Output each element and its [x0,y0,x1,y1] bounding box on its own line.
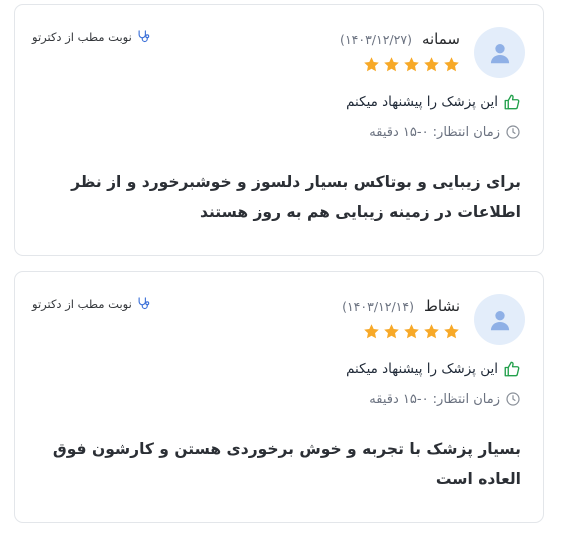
star-icon [364,57,379,72]
review-comment: بسیار پزشک با تجربه و خوش برخوردی هستن و… [52,440,521,488]
star-icon [364,324,379,339]
recommend-text: این پزشک را پیشنهاد میکنم [346,361,498,377]
appointment-label: نوبت مطب از دکترتو [32,29,132,44]
reviewer-name: سمانه [421,30,460,48]
star-rating [363,323,460,340]
star-icon [384,324,399,339]
stethoscope-icon [138,297,150,310]
review-date: (۱۴۰۳/۱۲/۱۴) [342,299,414,314]
star-icon [424,324,439,339]
star-icon [404,57,419,72]
recommend-text: این پزشک را پیشنهاد میکنم [346,94,498,110]
appointment-source: نوبت مطب از دکترتو [32,296,151,311]
recommendation: این پزشک را پیشنهاد میکنم [346,93,521,111]
wait-time-text: زمان انتظار: ۰-۱۵ دقیقه [369,124,500,140]
appointment-source: نوبت مطب از دکترتو [32,29,151,44]
appointment-label: نوبت مطب از دکترتو [32,296,132,311]
star-icon [384,57,399,72]
star-icon [424,57,439,72]
review-comment: برای زیبایی و بوتاکس بسیار دلسوز و خوشبر… [71,173,521,221]
wait-time: زمان انتظار: ۰-۱۵ دقیقه [369,391,521,407]
clock-icon [506,392,520,406]
thumbs-up-icon [504,94,520,110]
clock-icon [506,125,520,139]
wait-time-text: زمان انتظار: ۰-۱۵ دقیقه [369,391,500,407]
review-card: نشاط (۱۴۰۳/۱۲/۱۴) نوبت مطب از دکترتو این… [14,271,544,523]
user-avatar-icon [490,43,509,63]
avatar [474,27,525,78]
reviewer-name: نشاط [424,297,460,315]
recommendation: این پزشک را پیشنهاد میکنم [346,360,521,378]
avatar [474,294,525,345]
star-icon [444,57,459,72]
reviews-list: سمانه (۱۴۰۳/۱۲/۲۷) نوبت مطب از دکترتو ای… [0,0,562,533]
stethoscope-icon [138,30,150,43]
user-avatar-icon [490,310,509,330]
reviewer-header: نشاط (۱۴۰۳/۱۲/۱۴) [342,297,460,315]
review-card: سمانه (۱۴۰۳/۱۲/۲۷) نوبت مطب از دکترتو ای… [14,4,544,256]
star-icon [404,324,419,339]
reviewer-header: سمانه (۱۴۰۳/۱۲/۲۷) [340,30,460,48]
thumbs-up-icon [504,361,520,377]
review-date: (۱۴۰۳/۱۲/۲۷) [340,32,412,47]
star-rating [363,56,460,73]
star-icon [444,324,459,339]
wait-time: زمان انتظار: ۰-۱۵ دقیقه [369,124,521,140]
